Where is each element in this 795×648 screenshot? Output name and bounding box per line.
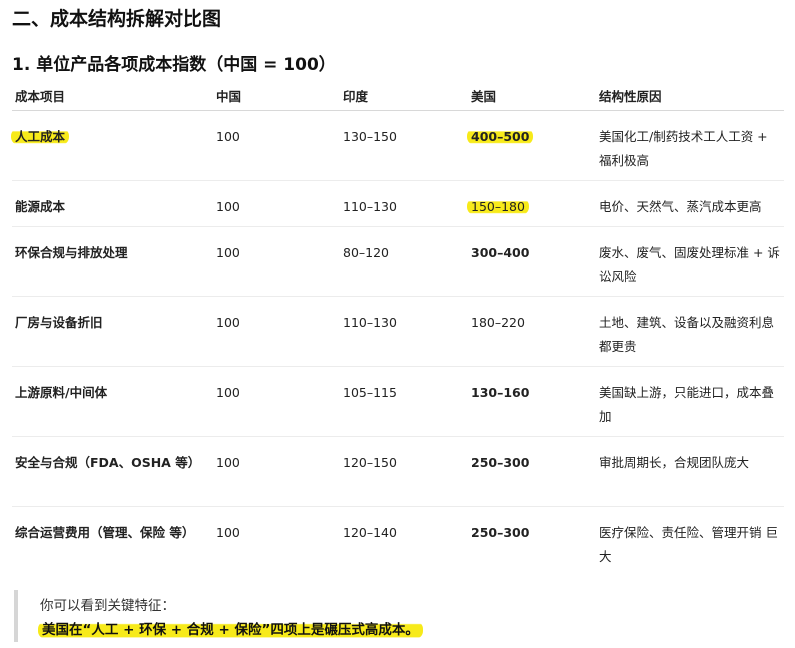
china-cell: 100 bbox=[216, 129, 240, 144]
usa-cell: 400–500 bbox=[467, 125, 534, 149]
usa-cell: 130–160 bbox=[471, 385, 530, 400]
cost-item-cell: 能源成本 bbox=[15, 199, 66, 214]
reason-cell: 美国缺上游，只能进口，成本叠加 bbox=[599, 385, 775, 424]
header-china: 中国 bbox=[216, 89, 242, 104]
china-cell: 100 bbox=[216, 525, 240, 540]
reason-cell: 电价、天然气、蒸汽成本更高 bbox=[599, 199, 762, 214]
quote-highlight: 美国在“人工 + 环保 + 合规 + 保险”四项上是碾压式高成本。 bbox=[38, 621, 423, 639]
table-row: 环保合规与排放处理 100 80–120 300–400 废水、废气、固废处理标… bbox=[12, 227, 784, 297]
india-cell: 110–130 bbox=[343, 315, 397, 330]
cost-item-cell: 上游原料/中间体 bbox=[15, 385, 108, 400]
china-cell: 100 bbox=[216, 315, 240, 330]
cost-item-cell: 人工成本 bbox=[11, 125, 195, 149]
header-usa: 美国 bbox=[471, 89, 497, 104]
table-row: 厂房与设备折旧 100 110–130 180–220 土地、建筑、设备以及融资… bbox=[12, 297, 784, 367]
table-row: 能源成本 100 110–130 150–180 电价、天然气、蒸汽成本更高 bbox=[12, 181, 784, 227]
cost-item-label: 人工成本 bbox=[11, 128, 70, 145]
cost-item-cell: 安全与合规（FDA、OSHA 等） bbox=[15, 455, 201, 470]
india-cell: 120–140 bbox=[343, 525, 397, 540]
india-cell: 110–130 bbox=[343, 199, 397, 214]
reason-cell: 废水、废气、固废处理标准 + 诉讼风险 bbox=[599, 245, 780, 284]
header-india: 印度 bbox=[343, 89, 369, 104]
china-cell: 100 bbox=[216, 245, 240, 260]
usa-cell: 250–300 bbox=[471, 525, 530, 540]
document-page: 二、成本结构拆解对比图 1. 单位产品各项成本指数（中国 = 100） 成本项目… bbox=[0, 0, 795, 648]
usa-value: 400–500 bbox=[467, 128, 534, 145]
quote-conclusion: 美国在“人工 + 环保 + 合规 + 保险”四项上是碾压式高成本。 bbox=[38, 618, 423, 639]
table-row: 安全与合规（FDA、OSHA 等） 100 120–150 250–300 审批… bbox=[12, 437, 784, 507]
table-row: 上游原料/中间体 100 105–115 130–160 美国缺上游，只能进口，… bbox=[12, 367, 784, 437]
quote-intro: 你可以看到关键特征： bbox=[40, 598, 175, 614]
china-cell: 100 bbox=[216, 455, 240, 470]
header-cost-item: 成本项目 bbox=[15, 89, 66, 104]
table-header: 成本项目 中国 印度 美国 结构性原因 bbox=[12, 80, 784, 111]
reason-cell: 审批周期长，合规团队庞大 bbox=[599, 455, 750, 470]
reason-cell: 美国化工/制药技术工人工资 + 福利极高 bbox=[599, 129, 768, 168]
section-title: 二、成本结构拆解对比图 bbox=[12, 8, 222, 30]
subsection-title: 1. 单位产品各项成本指数（中国 = 100） bbox=[12, 55, 336, 75]
header-reason: 结构性原因 bbox=[599, 89, 662, 104]
india-cell: 105–115 bbox=[343, 385, 397, 400]
reason-cell: 土地、建筑、设备以及融资利息都更贵 bbox=[599, 315, 775, 354]
india-cell: 80–120 bbox=[343, 245, 390, 260]
blockquote: 你可以看到关键特征： 美国在“人工 + 环保 + 合规 + 保险”四项上是碾压式… bbox=[14, 590, 778, 642]
cost-item-cell: 厂房与设备折旧 bbox=[15, 315, 103, 330]
india-cell: 130–150 bbox=[343, 129, 397, 144]
usa-cell: 300–400 bbox=[471, 245, 530, 260]
usa-cell: 250–300 bbox=[471, 455, 530, 470]
usa-value: 150–180 bbox=[467, 198, 529, 215]
cost-item-cell: 综合运营费用（管理、保险 等） bbox=[15, 525, 195, 540]
table-row: 综合运营费用（管理、保险 等） 100 120–140 250–300 医疗保险… bbox=[12, 507, 784, 576]
china-cell: 100 bbox=[216, 199, 240, 214]
usa-cell: 150–180 bbox=[467, 195, 529, 219]
reason-cell: 医疗保险、责任险、管理开销 巨大 bbox=[599, 525, 778, 564]
china-cell: 100 bbox=[216, 385, 240, 400]
cost-item-cell: 环保合规与排放处理 bbox=[15, 245, 128, 260]
india-cell: 120–150 bbox=[343, 455, 397, 470]
table-row: 人工成本 100 130–150 400–500 美国化工/制药技术工人工资 +… bbox=[11, 111, 784, 181]
cost-index-table: 成本项目 中国 印度 美国 结构性原因 人工成本 100 130–150 400… bbox=[11, 80, 784, 576]
usa-cell: 180–220 bbox=[471, 315, 525, 330]
